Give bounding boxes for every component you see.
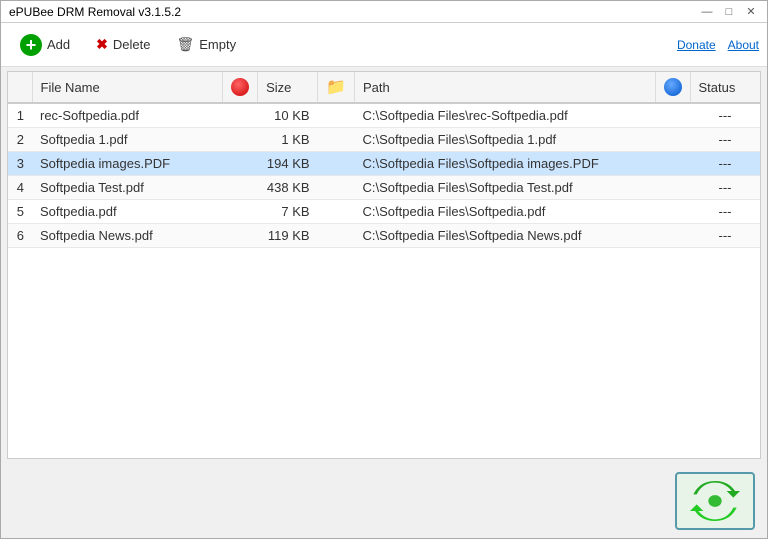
row-num: 1 xyxy=(8,103,32,128)
toolbar: + Add ✖ Delete 🗑 Empty Donate About xyxy=(1,23,767,67)
row-folder-icon xyxy=(318,176,355,200)
donate-link[interactable]: Donate xyxy=(677,38,716,52)
row-size: 1 KB xyxy=(258,128,318,152)
col-header-num xyxy=(8,72,32,103)
row-size: 438 KB xyxy=(258,176,318,200)
convert-icon xyxy=(690,479,740,523)
row-size: 119 KB xyxy=(258,224,318,248)
row-filename: Softpedia 1.pdf xyxy=(32,128,223,152)
row-size: 194 KB xyxy=(258,152,318,176)
delete-icon: ✖ xyxy=(96,36,108,53)
row-folder-icon xyxy=(318,128,355,152)
row-globe-icon xyxy=(655,103,690,128)
row-red-icon xyxy=(223,152,258,176)
row-red-icon xyxy=(223,176,258,200)
table-row[interactable]: 3 Softpedia images.PDF 194 KB C:\Softped… xyxy=(8,152,760,176)
file-table: File Name Size 📁 Path xyxy=(8,72,760,248)
row-globe-icon xyxy=(655,176,690,200)
row-status: --- xyxy=(690,224,760,248)
row-status: --- xyxy=(690,200,760,224)
trash-icon: 🗑 xyxy=(176,36,194,53)
add-icon: + xyxy=(20,34,42,56)
row-globe-icon xyxy=(655,128,690,152)
window-controls: ― □ ✕ xyxy=(699,4,759,20)
delete-button[interactable]: ✖ Delete xyxy=(85,30,161,59)
table-row[interactable]: 1 rec-Softpedia.pdf 10 KB C:\Softpedia F… xyxy=(8,103,760,128)
about-link[interactable]: About xyxy=(728,38,759,52)
row-status: --- xyxy=(690,103,760,128)
table-row[interactable]: 2 Softpedia 1.pdf 1 KB C:\Softpedia File… xyxy=(8,128,760,152)
row-filename: Softpedia Test.pdf xyxy=(32,176,223,200)
close-button[interactable]: ✕ xyxy=(743,4,759,20)
row-status: --- xyxy=(690,152,760,176)
row-red-icon xyxy=(223,224,258,248)
col-header-filename: File Name xyxy=(32,72,223,103)
table-body: 1 rec-Softpedia.pdf 10 KB C:\Softpedia F… xyxy=(8,103,760,248)
toolbar-right: Donate About xyxy=(677,38,759,52)
red-circle-icon xyxy=(231,78,249,96)
minimize-button[interactable]: ― xyxy=(699,4,715,20)
bottom-area xyxy=(1,463,767,538)
title-bar: ePUBee DRM Removal v3.1.5.2 ― □ ✕ xyxy=(1,1,767,23)
row-folder-icon xyxy=(318,103,355,128)
table-header-row: File Name Size 📁 Path xyxy=(8,72,760,103)
col-header-path: Path xyxy=(355,72,656,103)
row-num: 5 xyxy=(8,200,32,224)
row-size: 10 KB xyxy=(258,103,318,128)
row-path: C:\Softpedia Files\Softpedia images.PDF xyxy=(355,152,656,176)
main-content: File Name Size 📁 Path xyxy=(7,71,761,459)
window-title: ePUBee DRM Removal v3.1.5.2 xyxy=(9,5,181,19)
row-globe-icon xyxy=(655,152,690,176)
row-folder-icon xyxy=(318,152,355,176)
row-num: 6 xyxy=(8,224,32,248)
row-red-icon xyxy=(223,128,258,152)
empty-label: Empty xyxy=(199,37,236,52)
row-path: C:\Softpedia Files\Softpedia 1.pdf xyxy=(355,128,656,152)
col-header-folder: 📁 xyxy=(318,72,355,103)
row-red-icon xyxy=(223,103,258,128)
row-globe-icon xyxy=(655,200,690,224)
row-path: C:\Softpedia Files\Softpedia News.pdf xyxy=(355,224,656,248)
row-size: 7 KB xyxy=(258,200,318,224)
main-window: ePUBee DRM Removal v3.1.5.2 ― □ ✕ + Add … xyxy=(0,0,768,539)
row-folder-icon xyxy=(318,224,355,248)
folder-icon: 📁 xyxy=(326,77,346,97)
row-filename: Softpedia images.PDF xyxy=(32,152,223,176)
add-label: Add xyxy=(47,37,70,52)
add-button[interactable]: + Add xyxy=(9,28,81,62)
maximize-button[interactable]: □ xyxy=(721,4,737,20)
table-row[interactable]: 5 Softpedia.pdf 7 KB C:\Softpedia Files\… xyxy=(8,200,760,224)
row-path: C:\Softpedia Files\Softpedia Test.pdf xyxy=(355,176,656,200)
row-num: 3 xyxy=(8,152,32,176)
globe-icon xyxy=(664,78,682,96)
row-folder-icon xyxy=(318,200,355,224)
row-filename: Softpedia.pdf xyxy=(32,200,223,224)
empty-button[interactable]: 🗑 Empty xyxy=(165,30,247,59)
table-row[interactable]: 6 Softpedia News.pdf 119 KB C:\Softpedia… xyxy=(8,224,760,248)
col-header-size: Size xyxy=(258,72,318,103)
row-path: C:\Softpedia Files\rec-Softpedia.pdf xyxy=(355,103,656,128)
row-status: --- xyxy=(690,176,760,200)
delete-label: Delete xyxy=(113,37,151,52)
row-globe-icon xyxy=(655,224,690,248)
row-filename: rec-Softpedia.pdf xyxy=(32,103,223,128)
row-num: 4 xyxy=(8,176,32,200)
row-red-icon xyxy=(223,200,258,224)
toolbar-left: + Add ✖ Delete 🗑 Empty xyxy=(9,28,247,62)
table-row[interactable]: 4 Softpedia Test.pdf 438 KB C:\Softpedia… xyxy=(8,176,760,200)
col-header-red-icon xyxy=(223,72,258,103)
row-status: --- xyxy=(690,128,760,152)
col-header-globe xyxy=(655,72,690,103)
convert-button[interactable] xyxy=(675,472,755,530)
row-filename: Softpedia News.pdf xyxy=(32,224,223,248)
col-header-status: Status xyxy=(690,72,760,103)
row-path: C:\Softpedia Files\Softpedia.pdf xyxy=(355,200,656,224)
row-num: 2 xyxy=(8,128,32,152)
